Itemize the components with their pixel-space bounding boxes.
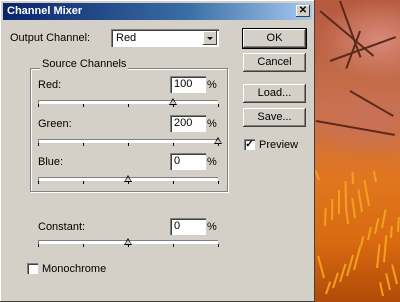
slider-tick [218,181,219,184]
grass-blade [376,244,381,269]
slider-tick [38,244,39,247]
constant-slider[interactable] [38,237,219,249]
constant-value-input[interactable]: 0 [170,218,206,235]
grass-blade [357,189,363,213]
grass-blade [360,236,365,247]
monochrome-checkbox[interactable] [27,263,38,274]
constant-value-text: 0 [174,220,181,232]
grass-blade [325,281,332,295]
cancel-button[interactable]: Cancel [243,53,306,72]
load-button[interactable]: Load... [243,84,306,103]
grass-blade [317,255,325,279]
slider-tick [128,104,129,107]
twig-shape [349,90,394,117]
green-value-input[interactable]: 200 [170,115,206,132]
slider-tick [218,244,219,247]
save-button[interactable]: Save... [243,108,306,127]
slider-tick [83,104,84,107]
green-slider[interactable] [38,136,222,148]
grass-blade [367,227,372,241]
green-label: Green: [38,118,72,130]
constant-percent-label: % [207,221,217,233]
output-channel-value: Red [116,32,137,44]
grass-blade [331,198,334,221]
source-channels-title: Source Channels [40,58,129,70]
grass-blade [383,235,388,263]
slider-tick [173,143,174,146]
red-value-input[interactable]: 100 [170,76,206,93]
twig-shape [329,36,397,62]
slider-tick [83,181,84,184]
window-title: Channel Mixer [7,5,83,17]
green-percent-label: % [207,118,217,130]
green-value-text: 200 [174,117,193,129]
grass-blade [344,180,347,209]
red-slider[interactable] [38,97,219,109]
grass-blade [346,254,355,277]
slider-tick [173,244,174,247]
red-percent-label: % [207,79,217,91]
slider-thumb[interactable] [124,175,132,182]
grass-blade [332,272,339,289]
preview-checkbox[interactable]: ✓ [244,139,255,150]
channel-mixer-dialog: Channel Mixer ✕ Output Channel: Red Sour… [0,0,315,302]
red-label: Red: [38,79,62,91]
blue-percent-label: % [207,156,217,168]
title-bar[interactable]: Channel Mixer ✕ [3,3,312,20]
monochrome-label: Monochrome [42,263,107,275]
grass-blade [351,198,356,219]
output-channel-label: Output Channel: [10,32,91,44]
blue-value-input[interactable]: 0 [170,153,206,170]
grass-blade [338,190,340,214]
slider-tick [218,104,219,107]
constant-label: Constant: [38,221,86,233]
grass-blade [339,263,347,283]
blue-label: Blue: [38,156,64,168]
output-channel-select[interactable]: Red [111,29,219,47]
slider-tick [38,181,39,184]
slider-tick [128,143,129,146]
preview-label: Preview [259,139,299,151]
grass-blade [351,171,354,185]
slider-tick [38,104,39,107]
slider-thumb[interactable] [169,98,177,105]
chevron-down-icon[interactable] [203,31,217,45]
grass-blade [385,273,391,291]
grass-blade [390,225,393,239]
close-icon: ✕ [298,5,308,16]
slider-tick [83,244,84,247]
blue-value-text: 0 [174,155,181,167]
grass-blade [374,218,380,235]
checkmark-icon: ✓ [245,139,254,150]
ok-button[interactable]: OK [242,28,307,49]
grass-blade [314,170,320,181]
blue-slider[interactable] [38,174,219,186]
grass-blade [397,216,400,233]
slider-tick [83,143,84,146]
grass-blade [391,264,398,285]
slider-thumb[interactable] [124,238,132,245]
slider-tick [173,181,174,184]
slider-tick [38,143,39,146]
grass-blade [363,180,370,207]
grass-blade [324,207,327,227]
grass-blade [353,245,362,271]
close-button[interactable]: ✕ [296,5,310,17]
red-value-text: 100 [174,78,193,90]
slider-thumb[interactable] [214,137,222,144]
grass-blade [372,171,377,183]
grass-blade [381,209,387,229]
grass-blade [344,207,349,225]
grass-blade [379,282,384,297]
twig-shape [315,120,395,136]
